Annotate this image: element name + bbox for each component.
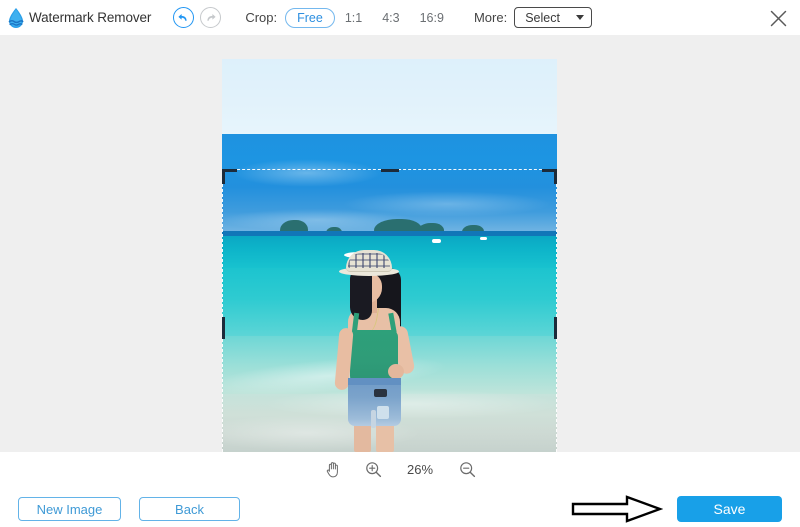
footer-bar: New Image Back Save [0,487,800,527]
chevron-down-icon [576,15,585,20]
crop-handle-top-right[interactable] [554,169,557,184]
watermark-remover-window: Watermark Remover Crop: Free 1:1 4:3 16:… [0,0,800,527]
zoom-out-button[interactable] [457,460,477,480]
redo-button[interactable] [200,7,222,28]
crop-label: Crop: [245,10,278,25]
editor-canvas[interactable] [0,35,800,487]
zoom-in-icon [365,462,381,478]
zoom-level-value: 26% [406,462,434,477]
top-toolbar: Watermark Remover Crop: Free 1:1 4:3 16:… [0,0,800,35]
ratio-option-1-1[interactable]: 1:1 [335,9,372,27]
history-buttons [173,7,222,28]
crop-handle-right-center[interactable] [554,317,557,339]
save-button[interactable]: Save [677,496,782,522]
app-brand: Watermark Remover [6,7,151,29]
ratio-option-free[interactable]: Free [285,7,335,28]
arrow-right-icon [571,495,663,523]
crop-handle-top-center[interactable] [380,169,399,172]
crop-ratio-group: Free 1:1 4:3 16:9 [285,7,454,28]
more-ratio-select[interactable]: Select [514,7,593,28]
zoom-out-icon [459,462,475,478]
crop-selection[interactable] [222,169,557,487]
redo-arrow-icon [207,14,216,21]
undo-arrow-icon [178,14,187,21]
more-ratio-select-value: Select [525,10,560,25]
water-drop-icon [8,7,24,28]
crop-handle-left-center[interactable] [222,317,225,339]
close-button[interactable] [764,4,792,32]
hand-tool-icon [326,462,338,478]
crop-shade-top [222,59,557,134]
crop-handle-top-left[interactable] [222,169,225,184]
more-label: More: [473,10,508,25]
hand-tool-button[interactable] [323,460,343,480]
zoom-toolbar: 26% [0,452,800,487]
new-image-button[interactable]: New Image [18,497,121,521]
ratio-option-16-9[interactable]: 16:9 [410,9,454,27]
zoom-in-button[interactable] [363,460,383,480]
ratio-option-4-3[interactable]: 4:3 [372,9,409,27]
undo-button[interactable] [173,7,195,28]
app-title: Watermark Remover [29,10,152,25]
close-icon [770,10,786,26]
back-button[interactable]: Back [139,497,240,521]
